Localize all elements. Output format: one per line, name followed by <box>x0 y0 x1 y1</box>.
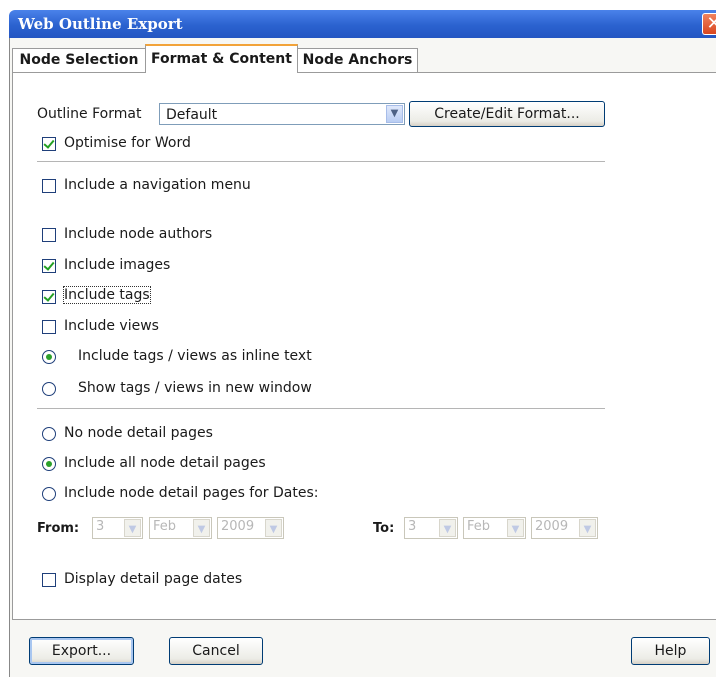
new-window-label: Show tags / views in new window <box>78 380 312 396</box>
nav-menu-label: Include a navigation menu <box>64 177 251 193</box>
from-year-select[interactable]: 2009 ▼ <box>217 517 284 539</box>
from-label: From: <box>37 521 80 536</box>
separator <box>37 408 605 409</box>
chevron-down-icon[interactable]: ▼ <box>124 519 141 537</box>
images-label: Include images <box>64 257 171 273</box>
to-year-value: 2009 <box>535 519 569 534</box>
tab-node-selection[interactable]: Node Selection <box>12 48 146 72</box>
no-detail-pages-radio[interactable] <box>42 427 56 441</box>
cancel-button[interactable]: Cancel <box>169 637 263 665</box>
dates-detail-pages-label: Include node detail pages for Dates: <box>64 485 319 501</box>
chevron-down-icon[interactable]: ▼ <box>193 519 210 537</box>
all-detail-pages-label: Include all node detail pages <box>64 455 266 471</box>
close-icon[interactable]: ✕ <box>702 13 716 35</box>
views-label: Include views <box>64 318 159 334</box>
images-checkbox[interactable] <box>42 259 56 273</box>
create-edit-format-button[interactable]: Create/Edit Format... <box>409 101 605 127</box>
title-bar: Web Outline Export ✕ <box>9 10 716 38</box>
to-day-select[interactable]: 3 ▼ <box>404 517 458 539</box>
chevron-down-icon[interactable]: ▼ <box>265 519 282 537</box>
tab-node-anchors[interactable]: Node Anchors <box>297 48 418 72</box>
inline-text-label: Include tags / views as inline text <box>78 348 312 364</box>
optimise-checkbox[interactable] <box>42 137 56 151</box>
from-year-value: 2009 <box>221 519 255 534</box>
outline-format-value: Default <box>166 107 218 123</box>
node-authors-checkbox[interactable] <box>42 228 56 242</box>
to-label: To: <box>373 521 395 536</box>
separator <box>37 161 605 162</box>
export-button[interactable]: Export... <box>29 637 134 665</box>
to-month-value: Feb <box>467 519 491 534</box>
help-button[interactable]: Help <box>631 637 710 665</box>
from-day-select[interactable]: 3 ▼ <box>92 517 143 539</box>
to-month-select[interactable]: Feb ▼ <box>463 517 526 539</box>
outline-format-select[interactable]: Default ▼ <box>159 103 405 125</box>
outline-format-label: Outline Format <box>37 106 142 122</box>
new-window-radio[interactable] <box>42 382 56 396</box>
no-detail-pages-label: No node detail pages <box>64 425 213 441</box>
dates-detail-pages-radio[interactable] <box>42 487 56 501</box>
node-authors-label: Include node authors <box>64 226 213 242</box>
from-day-value: 3 <box>96 519 105 534</box>
tab-format-content[interactable]: Format & Content <box>145 44 298 73</box>
from-month-select[interactable]: Feb ▼ <box>149 517 212 539</box>
from-month-value: Feb <box>153 519 177 534</box>
optimise-label: Optimise for Word <box>64 135 191 151</box>
tags-label: Include tags <box>63 286 151 304</box>
display-dates-checkbox[interactable] <box>42 573 56 587</box>
display-dates-label: Display detail page dates <box>64 571 243 587</box>
chevron-down-icon[interactable]: ▼ <box>579 519 596 537</box>
nav-menu-checkbox[interactable] <box>42 179 56 193</box>
to-day-value: 3 <box>408 519 417 534</box>
all-detail-pages-radio[interactable] <box>42 457 56 471</box>
window-title: Web Outline Export <box>18 15 183 33</box>
chevron-down-icon[interactable]: ▼ <box>439 519 456 537</box>
to-year-select[interactable]: 2009 ▼ <box>531 517 598 539</box>
views-checkbox[interactable] <box>42 320 56 334</box>
tags-checkbox[interactable] <box>42 290 56 304</box>
chevron-down-icon[interactable]: ▼ <box>386 105 403 123</box>
chevron-down-icon[interactable]: ▼ <box>507 519 524 537</box>
inline-text-radio[interactable] <box>42 350 56 364</box>
